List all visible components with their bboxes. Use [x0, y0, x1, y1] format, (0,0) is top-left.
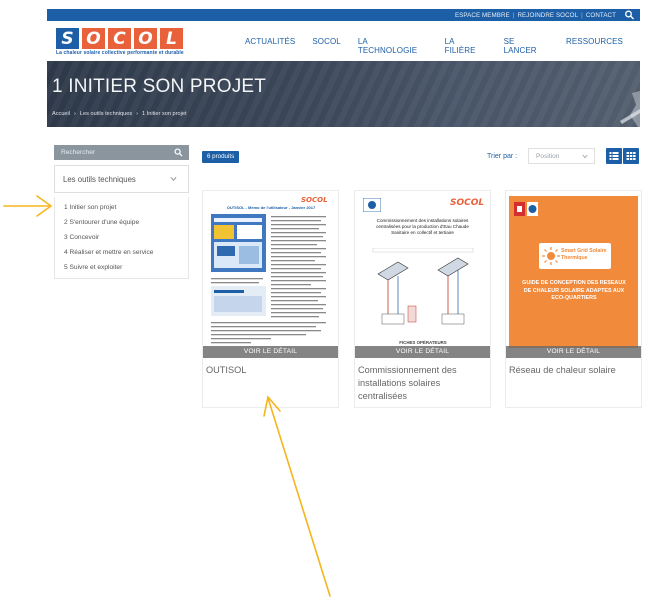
socol-logo[interactable]: S O C O L La chaleur solaire collective …: [56, 28, 216, 56]
chevron-down-icon: [170, 176, 177, 181]
chevron-down-icon: [582, 154, 588, 159]
logo-tagline: La chaleur solaire collective performant…: [56, 50, 184, 56]
product-thumbnail[interactable]: Smart Grid Solaire Thermique GUIDE DE CO…: [506, 191, 641, 359]
list-view-button[interactable]: [606, 148, 622, 164]
nav-item-actualites[interactable]: ACTUALITÉS: [245, 37, 295, 55]
sidebar-item-suivre[interactable]: 5 Suivre et exploiter: [64, 264, 122, 271]
socol-mini-logo: SOCOL: [301, 196, 328, 204]
page-title: 1 INITIER SON PROJET: [52, 76, 267, 97]
view-detail-button[interactable]: VOIR LE DÉTAIL: [203, 346, 338, 358]
nav-item-filiere[interactable]: LA FILIÈRE: [445, 37, 487, 55]
view-detail-button[interactable]: VOIR LE DÉTAIL: [506, 346, 641, 358]
product-card-outisol[interactable]: SOCOL OUTISOL - Mémo de l'utilisateur - …: [202, 190, 339, 408]
breadcrumb-separator: ›: [74, 111, 76, 117]
schematic-diagram: [372, 248, 474, 325]
utility-links: ESPACE MEMBRE | REJOINDRE SOCOL | CONTAC…: [455, 9, 616, 21]
breadcrumb-current: 1 Initier son projet: [142, 111, 187, 117]
separator: |: [512, 11, 515, 19]
sort-dropdown[interactable]: Position: [528, 148, 595, 164]
sidebar-item-concevoir[interactable]: 3 Concevoir: [64, 234, 99, 241]
guide-cover-image: Smart Grid Solaire Thermique GUIDE DE CO…: [509, 196, 638, 348]
breadcrumb-separator: ›: [136, 111, 139, 117]
partner-logo-icon: [514, 202, 538, 216]
espace-membre-link[interactable]: ESPACE MEMBRE: [455, 12, 510, 19]
doc-header: OUTISOL - Mémo de l'utilisateur - Janvie…: [226, 205, 316, 210]
document-preview: SOCOL Commissionnement des installations…: [358, 196, 487, 348]
doc-heading: Commissionnement des installations solai…: [376, 218, 469, 235]
product-card-reseau-chaleur[interactable]: Smart Grid Solaire Thermique GUIDE DE CO…: [505, 190, 642, 408]
logo-letter: O: [82, 28, 105, 49]
search-placeholder: Rechercher: [61, 149, 96, 156]
category-dropdown[interactable]: Les outils techniques: [54, 165, 189, 193]
category-label: Les outils techniques: [63, 175, 136, 184]
product-thumbnail[interactable]: SOCOL OUTISOL - Mémo de l'utilisateur - …: [203, 191, 338, 359]
logo-letter: O: [134, 28, 157, 49]
logo-letter: C: [108, 28, 131, 49]
nav-item-ressources[interactable]: RESSOURCES: [566, 37, 623, 55]
document-page-image: [211, 214, 326, 344]
grid-view-icon: [626, 152, 636, 160]
smart-grid-text: Smart Grid Solaire Thermique: [561, 248, 607, 261]
main-nav: ACTUALITÉS SOCOL LA TECHNOLOGIE LA FILIÈ…: [245, 37, 640, 55]
breadcrumb-home[interactable]: Accueil: [52, 111, 70, 117]
product-title[interactable]: Réseau de chaleur solaire: [509, 364, 639, 377]
grid-view-button[interactable]: [623, 148, 639, 164]
smart-grid-logo: Smart Grid Solaire Thermique: [539, 243, 611, 269]
sort-label: Trier par :: [487, 153, 518, 160]
breadcrumb: Accueil › Les outils techniques › 1 Init…: [52, 111, 187, 117]
site-header: S O C O L La chaleur solaire collective …: [47, 21, 640, 61]
list-view-icon: [609, 152, 619, 160]
sidebar-item-initier[interactable]: 1 Initier son projet: [64, 204, 116, 211]
document-preview: SOCOL OUTISOL - Mémo de l'utilisateur - …: [206, 196, 335, 348]
utility-bar: ESPACE MEMBRE | REJOINDRE SOCOL | CONTAC…: [47, 9, 640, 21]
partner-logo-icon: [363, 198, 381, 212]
product-card-commissionnement[interactable]: SOCOL Commissionnement des installations…: [354, 190, 491, 408]
nav-item-se-lancer[interactable]: SE LANCER: [504, 37, 549, 55]
product-title[interactable]: OUTISOL: [206, 364, 336, 377]
view-detail-button[interactable]: VOIR LE DÉTAIL: [355, 346, 490, 358]
nav-item-technologie[interactable]: LA TECHNOLOGIE: [358, 37, 428, 55]
breadcrumb-outils[interactable]: Les outils techniques: [80, 111, 132, 117]
sidebar-item-entourer[interactable]: 2 S'entourer d'une équipe: [64, 219, 139, 226]
nav-item-socol[interactable]: SOCOL: [312, 37, 341, 55]
hero-banner: 1 INITIER SON PROJET Accueil › Les outil…: [47, 61, 640, 127]
logo-letter: L: [160, 28, 183, 49]
rejoindre-socol-link[interactable]: REJOINDRE SOCOL: [517, 12, 578, 19]
guide-title: GUIDE DE CONCEPTION DES RESEAUX DE CHALE…: [522, 280, 626, 301]
logo-letter: S: [56, 28, 79, 49]
separator: |: [581, 11, 583, 19]
sidebar-item-realiser[interactable]: 4 Réaliser et mettre en service: [64, 249, 153, 256]
doc-footer: FICHES OPÉRATEURS: [399, 340, 447, 345]
product-title[interactable]: Commissionnement des installations solai…: [358, 364, 488, 403]
product-count-badge: 6 produits: [202, 151, 240, 163]
hero-decoration-image: [620, 91, 640, 127]
sidebar-category-list: 1 Initier son projet 2 S'entourer d'une …: [54, 197, 189, 279]
search-icon[interactable]: [174, 148, 183, 157]
sun-icon: [542, 247, 560, 265]
sidebar-search-input[interactable]: Rechercher: [54, 145, 189, 160]
search-icon[interactable]: [624, 10, 635, 20]
upward-pointer-arrow: [263, 395, 331, 597]
sort-value: Position: [536, 153, 560, 160]
socol-mini-logo: SOCOL: [450, 198, 485, 208]
contact-link[interactable]: CONTACT: [586, 12, 616, 19]
logo-letters: S O C O L: [56, 28, 216, 49]
left-pointer-arrow: [3, 195, 53, 217]
product-thumbnail[interactable]: SOCOL Commissionnement des installations…: [355, 191, 490, 359]
